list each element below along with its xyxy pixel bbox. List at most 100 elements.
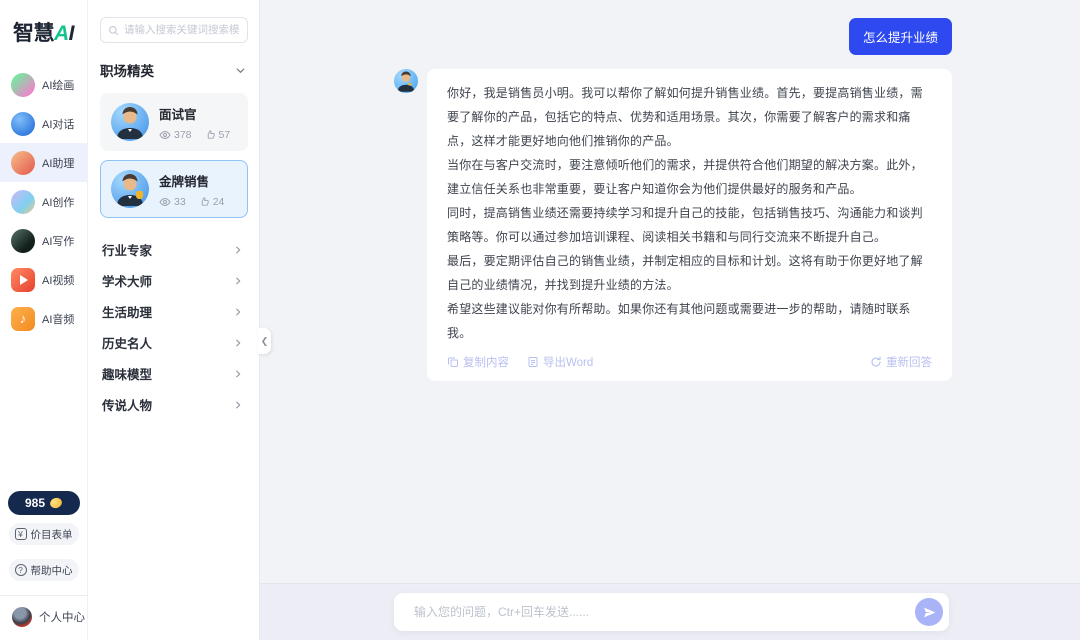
- category-label: 传说人物: [102, 395, 152, 414]
- copy-content-button[interactable]: 复制内容: [447, 354, 509, 370]
- sidebar-spacer: [0, 338, 87, 491]
- ai-assistant-avatar-icon: [11, 151, 35, 175]
- views-stat: 33: [159, 196, 186, 208]
- category-item-life-assistant[interactable]: 生活助理: [100, 296, 248, 327]
- ai-chat-avatar-icon: [11, 112, 35, 136]
- yen-icon: ¥: [15, 528, 27, 540]
- category-item-academic-masters[interactable]: 学术大师: [100, 265, 248, 296]
- likes-stat: 57: [205, 129, 231, 141]
- composer-bar[interactable]: [394, 593, 949, 631]
- refresh-icon: [870, 356, 882, 368]
- help-center-button[interactable]: ? 帮助中心: [9, 559, 79, 581]
- category-label: 行业专家: [102, 240, 152, 259]
- category-list: 行业专家 学术大师 生活助理 历史名人 趣味模型 传说人物: [100, 234, 248, 420]
- trophy-icon: [136, 191, 143, 199]
- assistant-paragraph: 最后，要定期评估自己的销售业绩，并制定相应的目标和计划。这将有助于你更好地了解自…: [447, 249, 932, 297]
- likes-stat: 24: [199, 196, 225, 208]
- views-count: 33: [174, 196, 186, 208]
- chevron-right-icon: [233, 307, 243, 317]
- assistant-paragraph: 希望这些建议能对你有所帮助。如果你还有其他问题或需要进一步的帮助，请随时联系我。: [447, 297, 932, 345]
- sidebar-item-ai-write[interactable]: AI写作: [0, 221, 87, 260]
- chevron-right-icon: [233, 400, 243, 410]
- category-item-fun-models[interactable]: 趣味模型: [100, 358, 248, 389]
- ai-audio-icon: ♪: [11, 307, 35, 331]
- role-card-info: 金牌销售 33 24: [159, 171, 224, 208]
- message-actions: 复制内容 导出Word 重新回答: [447, 354, 932, 370]
- category-header-label: 职场精英: [100, 60, 154, 80]
- sidebar-item-ai-create[interactable]: AI创作: [0, 182, 87, 221]
- role-title: 金牌销售: [159, 171, 224, 190]
- category-label: 历史名人: [102, 333, 152, 352]
- likes-count: 24: [213, 196, 225, 208]
- regenerate-button[interactable]: 重新回答: [870, 354, 932, 370]
- role-card-interviewer[interactable]: 面试官 378 57: [100, 93, 248, 151]
- chevron-left-icon: ❮: [261, 336, 269, 347]
- chat-thread: 怎么提升业绩 你好，我是销售员小明。我可以帮你了解如何提升销售业绩。首先，要提高…: [394, 0, 952, 381]
- chevron-right-icon: [233, 338, 243, 348]
- category-label: 生活助理: [102, 302, 152, 321]
- paper-plane-icon: [923, 606, 936, 619]
- category-label: 趣味模型: [102, 364, 152, 383]
- coin-icon: [49, 496, 64, 510]
- coins-balance-button[interactable]: 985: [8, 491, 80, 515]
- role-stats: 33 24: [159, 196, 224, 208]
- sidebar-item-ai-assistant[interactable]: AI助理: [0, 143, 87, 182]
- chat-main: ❮ 怎么提升业绩 你好，我是销售员小明。我可以帮你了解如何提升销售业绩。首先，要…: [260, 0, 1080, 640]
- question-icon: ?: [15, 564, 27, 576]
- category-item-legendary-figures[interactable]: 传说人物: [100, 389, 248, 420]
- panel-collapse-handle[interactable]: ❮: [258, 328, 271, 354]
- sidebar-item-label: AI对话: [42, 116, 74, 132]
- sidebar-item-ai-chat[interactable]: AI对话: [0, 104, 87, 143]
- primary-sidebar: 智慧AI AI绘画 AI对话 AI助理 AI创作 AI写作: [0, 0, 88, 640]
- app-window: 智慧AI AI绘画 AI对话 AI助理 AI创作 AI写作: [0, 0, 1080, 640]
- role-card-gold-sales[interactable]: 金牌销售 33 24: [100, 160, 248, 218]
- chevron-right-icon: [233, 369, 243, 379]
- message-input[interactable]: [414, 605, 915, 619]
- user-avatar: [12, 607, 32, 627]
- category-item-historical-figures[interactable]: 历史名人: [100, 327, 248, 358]
- music-note-icon: ♪: [11, 307, 35, 331]
- assistant-paragraph: 同时，提高销售业绩还需要持续学习和提升自己的技能，包括销售技巧、沟通能力和谈判策…: [447, 201, 932, 249]
- user-message-bubble: 怎么提升业绩: [849, 18, 952, 55]
- search-icon: [108, 25, 119, 36]
- play-icon: [20, 275, 28, 285]
- category-item-industry-experts[interactable]: 行业专家: [100, 234, 248, 265]
- send-button[interactable]: [915, 598, 943, 626]
- sidebar-item-label: AI创作: [42, 194, 74, 210]
- ai-video-icon: [11, 268, 35, 292]
- sidebar-item-ai-video[interactable]: AI视频: [0, 260, 87, 299]
- document-icon: [527, 356, 539, 368]
- export-word-label: 导出Word: [543, 354, 593, 370]
- sidebar-item-label: AI助理: [42, 155, 74, 171]
- profile-label: 个人中心: [39, 609, 85, 625]
- role-card-info: 面试官 378 57: [159, 104, 230, 141]
- likes-count: 57: [219, 129, 231, 141]
- help-center-label: 帮助中心: [31, 563, 73, 578]
- ai-paint-avatar-icon: [11, 73, 35, 97]
- assistant-message-row: 你好，我是销售员小明。我可以帮你了解如何提升销售业绩。首先，要提高销售业绩，需要…: [394, 69, 952, 381]
- eye-icon: [159, 129, 171, 141]
- logo-i: I: [69, 22, 74, 45]
- sidebar-bottom: 985 ¥ 价目表单 ? 帮助中心 个人中心: [0, 491, 87, 640]
- sidebar-item-ai-paint[interactable]: AI绘画: [0, 65, 87, 104]
- assistant-paragraph: 当你在与客户交流时，要注意倾听他们的需求，并提供符合他们期望的解决方案。此外，建…: [447, 153, 932, 201]
- search-input[interactable]: [124, 24, 240, 36]
- app-logo: 智慧AI: [0, 0, 87, 57]
- sidebar-nav: AI绘画 AI对话 AI助理 AI创作 AI写作 AI视频: [0, 65, 87, 338]
- profile-button[interactable]: 个人中心: [0, 595, 87, 640]
- category-header-workplace[interactable]: 职场精英: [100, 60, 246, 80]
- sidebar-item-ai-audio[interactable]: ♪ AI音频: [0, 299, 87, 338]
- thumbs-up-icon: [199, 196, 210, 207]
- coins-count: 985: [25, 496, 45, 510]
- sidebar-item-label: AI绘画: [42, 77, 74, 93]
- copy-icon: [447, 356, 459, 368]
- category-label: 学术大师: [102, 271, 152, 290]
- assistant-message-bubble: 你好，我是销售员小明。我可以帮你了解如何提升销售业绩。首先，要提高销售业绩，需要…: [427, 69, 952, 381]
- role-stats: 378 57: [159, 129, 230, 141]
- chevron-right-icon: [233, 276, 243, 286]
- model-search[interactable]: [100, 17, 248, 43]
- chevron-down-icon: [235, 65, 246, 76]
- assistant-paragraph: 你好，我是销售员小明。我可以帮你了解如何提升销售业绩。首先，要提高销售业绩，需要…: [447, 81, 932, 153]
- export-word-button[interactable]: 导出Word: [527, 354, 593, 370]
- price-list-button[interactable]: ¥ 价目表单: [9, 523, 79, 545]
